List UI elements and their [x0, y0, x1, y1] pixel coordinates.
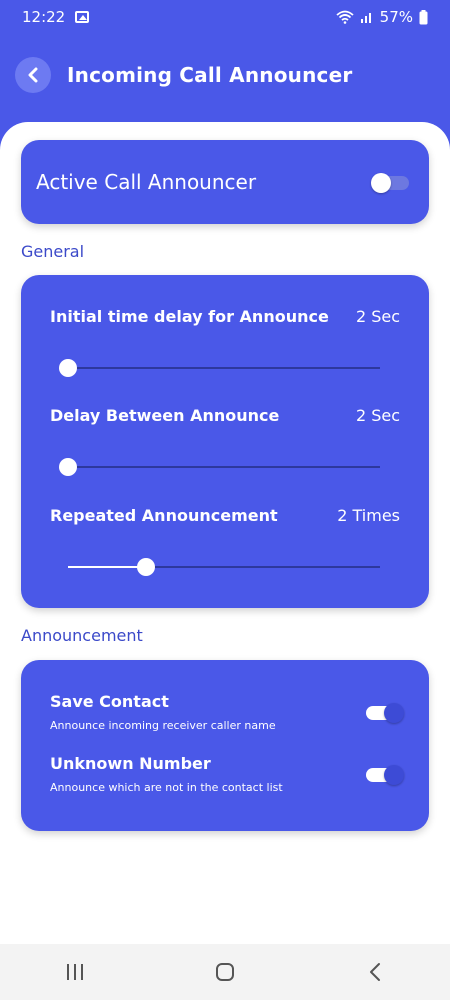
- slider-title: Delay Between Announce: [50, 406, 280, 425]
- back-button[interactable]: [15, 57, 51, 93]
- status-time: 12:22: [22, 8, 66, 26]
- home-icon: [216, 963, 234, 981]
- battery-percent: 57%: [379, 8, 413, 26]
- toggle-desc: Announce which are not in the contact li…: [50, 781, 283, 794]
- switch-knob: [384, 765, 404, 785]
- app-bar: Incoming Call Announcer: [0, 50, 450, 100]
- slider-title: Initial time delay for Announce: [50, 307, 329, 326]
- recent-apps-icon: [67, 964, 83, 980]
- slider-title: Repeated Announcement: [50, 506, 278, 525]
- chevron-left-icon: [28, 67, 38, 83]
- announcement-card: Save Contact Announce incoming receiver …: [21, 660, 429, 831]
- status-bar: 12:22 57%: [0, 0, 450, 34]
- nav-back-button[interactable]: [345, 952, 405, 992]
- toggle-title: Save Contact: [50, 692, 169, 711]
- signal-icon: [360, 13, 371, 23]
- slider-track[interactable]: [59, 359, 380, 377]
- toggle-row-unknown-number: Unknown Number Announce which are not in…: [50, 754, 410, 794]
- gallery-notification-icon: [75, 11, 90, 23]
- home-button[interactable]: [195, 952, 255, 992]
- status-icons: 57%: [336, 8, 428, 26]
- wifi-icon: [336, 10, 354, 24]
- slider-thumb[interactable]: [137, 558, 155, 576]
- slider-thumb[interactable]: [59, 458, 77, 476]
- active-call-card: Active Call Announcer: [21, 140, 429, 224]
- slider-value: 2 Sec: [355, 307, 400, 326]
- switch-knob: [371, 173, 391, 193]
- slider-value: 2 Times: [337, 506, 400, 525]
- toggle-title: Unknown Number: [50, 754, 211, 773]
- section-announcement: Announcement: [21, 626, 143, 645]
- toggle-desc: Announce incoming receiver caller name: [50, 719, 276, 732]
- slider-thumb[interactable]: [59, 359, 77, 377]
- switch-knob: [384, 703, 404, 723]
- system-nav-bar: [0, 944, 450, 1000]
- slider-track[interactable]: [68, 558, 380, 576]
- slider-fill: [68, 566, 146, 568]
- general-card: Initial time delay for Announce 2 Sec De…: [21, 275, 429, 608]
- page-title: Incoming Call Announcer: [67, 63, 353, 87]
- back-icon: [370, 963, 380, 981]
- slider-track[interactable]: [59, 458, 380, 476]
- section-general: General: [21, 242, 85, 261]
- slider-value: 2 Sec: [355, 406, 400, 425]
- toggle-row-save-contact: Save Contact Announce incoming receiver …: [50, 692, 410, 732]
- recent-apps-button[interactable]: [45, 952, 105, 992]
- battery-icon: [419, 9, 428, 24]
- active-call-label: Active Call Announcer: [36, 170, 257, 194]
